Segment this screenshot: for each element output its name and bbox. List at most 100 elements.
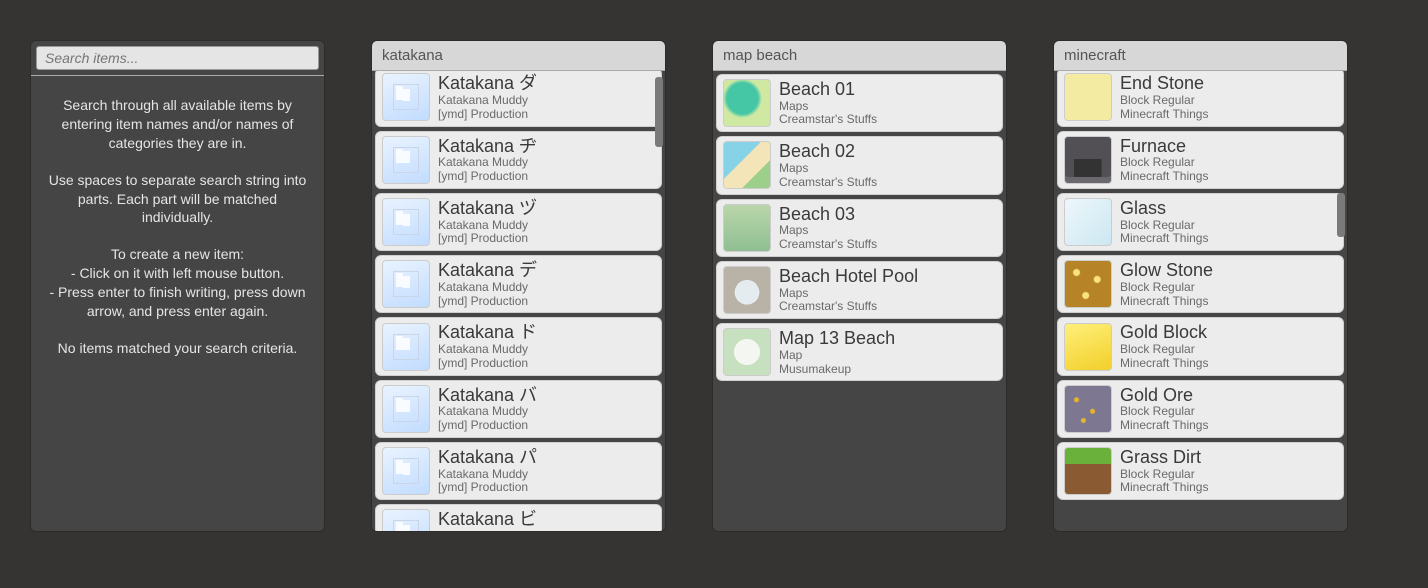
item-thumbnail (723, 141, 771, 189)
results-list[interactable]: Beach 01MapsCreamstar's StuffsBeach 02Ma… (713, 71, 1006, 531)
list-item[interactable]: Beach Hotel PoolMapsCreamstar's Stuffs (716, 261, 1003, 319)
panel-query[interactable]: minecraft (1054, 41, 1347, 71)
item-category: Maps (779, 162, 877, 176)
item-thumbnail (723, 266, 771, 314)
item-category: Block Regular (1120, 219, 1208, 233)
list-item[interactable]: Katakana パKatakana Muddy[ymd] Production (375, 442, 662, 500)
item-category: Katakana Muddy (438, 219, 537, 233)
no-results-text: No items matched your search criteria. (45, 339, 310, 358)
item-source: [ymd] Production (438, 481, 537, 495)
item-category: Katakana Muddy (438, 405, 537, 419)
scrollbar-thumb[interactable] (655, 77, 663, 147)
panel-query[interactable]: katakana (372, 41, 665, 71)
item-category: Katakana Muddy (438, 343, 537, 357)
item-title: Furnace (1120, 136, 1208, 157)
item-title: Beach Hotel Pool (779, 266, 918, 287)
list-item[interactable]: Beach 02MapsCreamstar's Stuffs (716, 136, 1003, 194)
item-category: Katakana Muddy (438, 94, 537, 108)
search-input[interactable] (36, 46, 319, 70)
item-thumbnail (382, 73, 430, 121)
help-line: Use spaces to separate search string int… (45, 171, 310, 228)
item-title: Gold Ore (1120, 385, 1208, 406)
list-item[interactable]: Grass DirtBlock RegularMinecraft Things (1057, 442, 1344, 500)
item-title: Katakana ド (438, 322, 537, 343)
item-category: Map (779, 349, 895, 363)
item-thumbnail (723, 328, 771, 376)
search-help: Search through all available items by en… (31, 76, 324, 531)
item-thumbnail (382, 260, 430, 308)
item-source: Minecraft Things (1120, 481, 1208, 495)
item-source: Creamstar's Stuffs (779, 113, 877, 127)
results-panel-katakana: katakana Katakana ゾKatakana Muddy[ymd] P… (371, 40, 666, 532)
item-thumbnail (382, 447, 430, 495)
item-thumbnail (1064, 73, 1112, 121)
item-source: [ymd] Production (438, 357, 537, 371)
item-thumbnail (382, 509, 430, 531)
list-item[interactable]: Katakana バKatakana Muddy[ymd] Production (375, 380, 662, 438)
list-item[interactable]: Katakana ヅKatakana Muddy[ymd] Production (375, 193, 662, 251)
item-title: Katakana ダ (438, 73, 537, 94)
results-panel-minecraft: minecraft Emerald OreBlock RegularMinecr… (1053, 40, 1348, 532)
item-title: Katakana デ (438, 260, 537, 281)
item-thumbnail (723, 204, 771, 252)
item-source: [ymd] Production (438, 295, 537, 309)
item-title: Katakana ヅ (438, 198, 537, 219)
search-panel: Search through all available items by en… (30, 40, 325, 532)
scrollbar-thumb[interactable] (1337, 193, 1345, 237)
list-item[interactable]: Beach 03MapsCreamstar's Stuffs (716, 199, 1003, 257)
item-thumbnail (382, 323, 430, 371)
list-item[interactable]: GlassBlock RegularMinecraft Things (1057, 193, 1344, 251)
item-thumbnail (382, 385, 430, 433)
item-category: Katakana Muddy (438, 530, 537, 531)
item-source: [ymd] Production (438, 108, 537, 122)
item-category: Katakana Muddy (438, 156, 537, 170)
item-category: Block Regular (1120, 468, 1208, 482)
item-source: Creamstar's Stuffs (779, 176, 877, 190)
item-title: Beach 02 (779, 141, 877, 162)
item-thumbnail (1064, 136, 1112, 184)
item-title: Katakana ヂ (438, 136, 537, 157)
results-panel-map-beach: map beach Beach 01MapsCreamstar's Stuffs… (712, 40, 1007, 532)
help-line: To create a new item: (45, 245, 310, 264)
list-item[interactable]: Katakana ビKatakana Muddy[ymd] Production (375, 504, 662, 531)
list-item[interactable]: Glow StoneBlock RegularMinecraft Things (1057, 255, 1344, 313)
item-title: Grass Dirt (1120, 447, 1208, 468)
item-source: Minecraft Things (1120, 357, 1208, 371)
item-source: Minecraft Things (1120, 108, 1208, 122)
item-category: Block Regular (1120, 405, 1208, 419)
item-source: [ymd] Production (438, 232, 537, 246)
help-line: Search through all available items by en… (45, 96, 310, 153)
item-category: Maps (779, 287, 918, 301)
list-item[interactable]: End StoneBlock RegularMinecraft Things (1057, 71, 1344, 127)
list-item[interactable]: Katakana ヂKatakana Muddy[ymd] Production (375, 131, 662, 189)
list-item[interactable]: FurnaceBlock RegularMinecraft Things (1057, 131, 1344, 189)
item-category: Katakana Muddy (438, 468, 537, 482)
list-item[interactable]: Beach 01MapsCreamstar's Stuffs (716, 74, 1003, 132)
item-source: Creamstar's Stuffs (779, 238, 877, 252)
help-line: - Click on it with left mouse button. (45, 264, 310, 283)
item-source: Minecraft Things (1120, 170, 1208, 184)
results-list[interactable]: Emerald OreBlock RegularMinecraft Things… (1054, 71, 1347, 531)
list-item[interactable]: Katakana デKatakana Muddy[ymd] Production (375, 255, 662, 313)
item-title: End Stone (1120, 73, 1208, 94)
item-title: Gold Block (1120, 322, 1208, 343)
item-source: Minecraft Things (1120, 232, 1208, 246)
list-item[interactable]: Map 13 BeachMapMusumakeup (716, 323, 1003, 381)
item-thumbnail (1064, 260, 1112, 308)
item-thumbnail (382, 136, 430, 184)
item-category: Maps (779, 100, 877, 114)
results-list[interactable]: Katakana ゾKatakana Muddy[ymd] Production… (372, 71, 665, 531)
panel-query[interactable]: map beach (713, 41, 1006, 71)
item-thumbnail (1064, 447, 1112, 495)
item-title: Katakana ビ (438, 509, 537, 530)
list-item[interactable]: Gold BlockBlock RegularMinecraft Things (1057, 317, 1344, 375)
item-source: Minecraft Things (1120, 295, 1213, 309)
list-item[interactable]: Katakana ドKatakana Muddy[ymd] Production (375, 317, 662, 375)
item-source: Minecraft Things (1120, 419, 1208, 433)
item-category: Maps (779, 224, 877, 238)
item-source: Creamstar's Stuffs (779, 300, 918, 314)
item-source: [ymd] Production (438, 419, 537, 433)
list-item[interactable]: Gold OreBlock RegularMinecraft Things (1057, 380, 1344, 438)
list-item[interactable]: Katakana ダKatakana Muddy[ymd] Production (375, 71, 662, 127)
item-thumbnail (382, 198, 430, 246)
